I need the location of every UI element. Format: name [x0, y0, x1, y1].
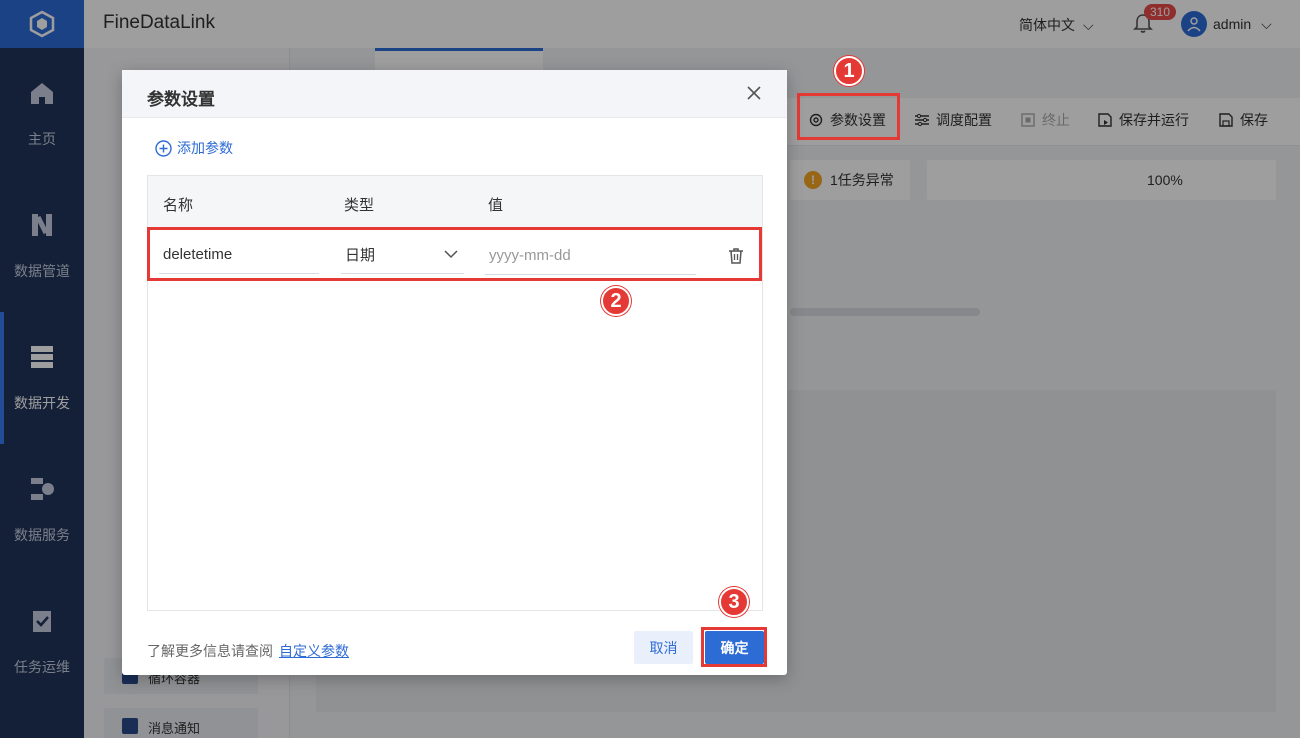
cancel-button[interactable]: 取消 — [634, 631, 693, 664]
highlight-confirm-button — [701, 627, 767, 667]
dialog-header: 参数设置 — [122, 70, 787, 118]
step-marker-3: 3 — [719, 587, 749, 617]
add-param-button[interactable]: 添加参数 — [155, 138, 233, 158]
column-header-type: 类型 — [344, 197, 375, 214]
highlight-param-settings — [797, 93, 900, 140]
help-text: 了解更多信息请查阅 自定义参数 — [147, 641, 349, 661]
add-param-label: 添加参数 — [177, 140, 233, 156]
column-header-name: 名称 — [163, 197, 194, 214]
step-marker-1: 1 — [834, 56, 864, 86]
custom-param-link[interactable]: 自定义参数 — [279, 643, 349, 659]
step-marker-2: 2 — [601, 286, 631, 316]
highlight-param-row — [147, 227, 762, 281]
close-icon[interactable] — [745, 84, 763, 102]
column-header-value: 值 — [488, 197, 504, 214]
plus-circle-icon — [155, 139, 172, 157]
param-settings-dialog: 参数设置 添加参数 名称 类型 值 deletetime 日期 yyyy-mm-… — [122, 70, 787, 675]
table-header: 名称 类型 值 — [148, 176, 762, 229]
help-text-label: 了解更多信息请查阅 — [147, 643, 273, 659]
dialog-title: 参数设置 — [147, 90, 215, 109]
